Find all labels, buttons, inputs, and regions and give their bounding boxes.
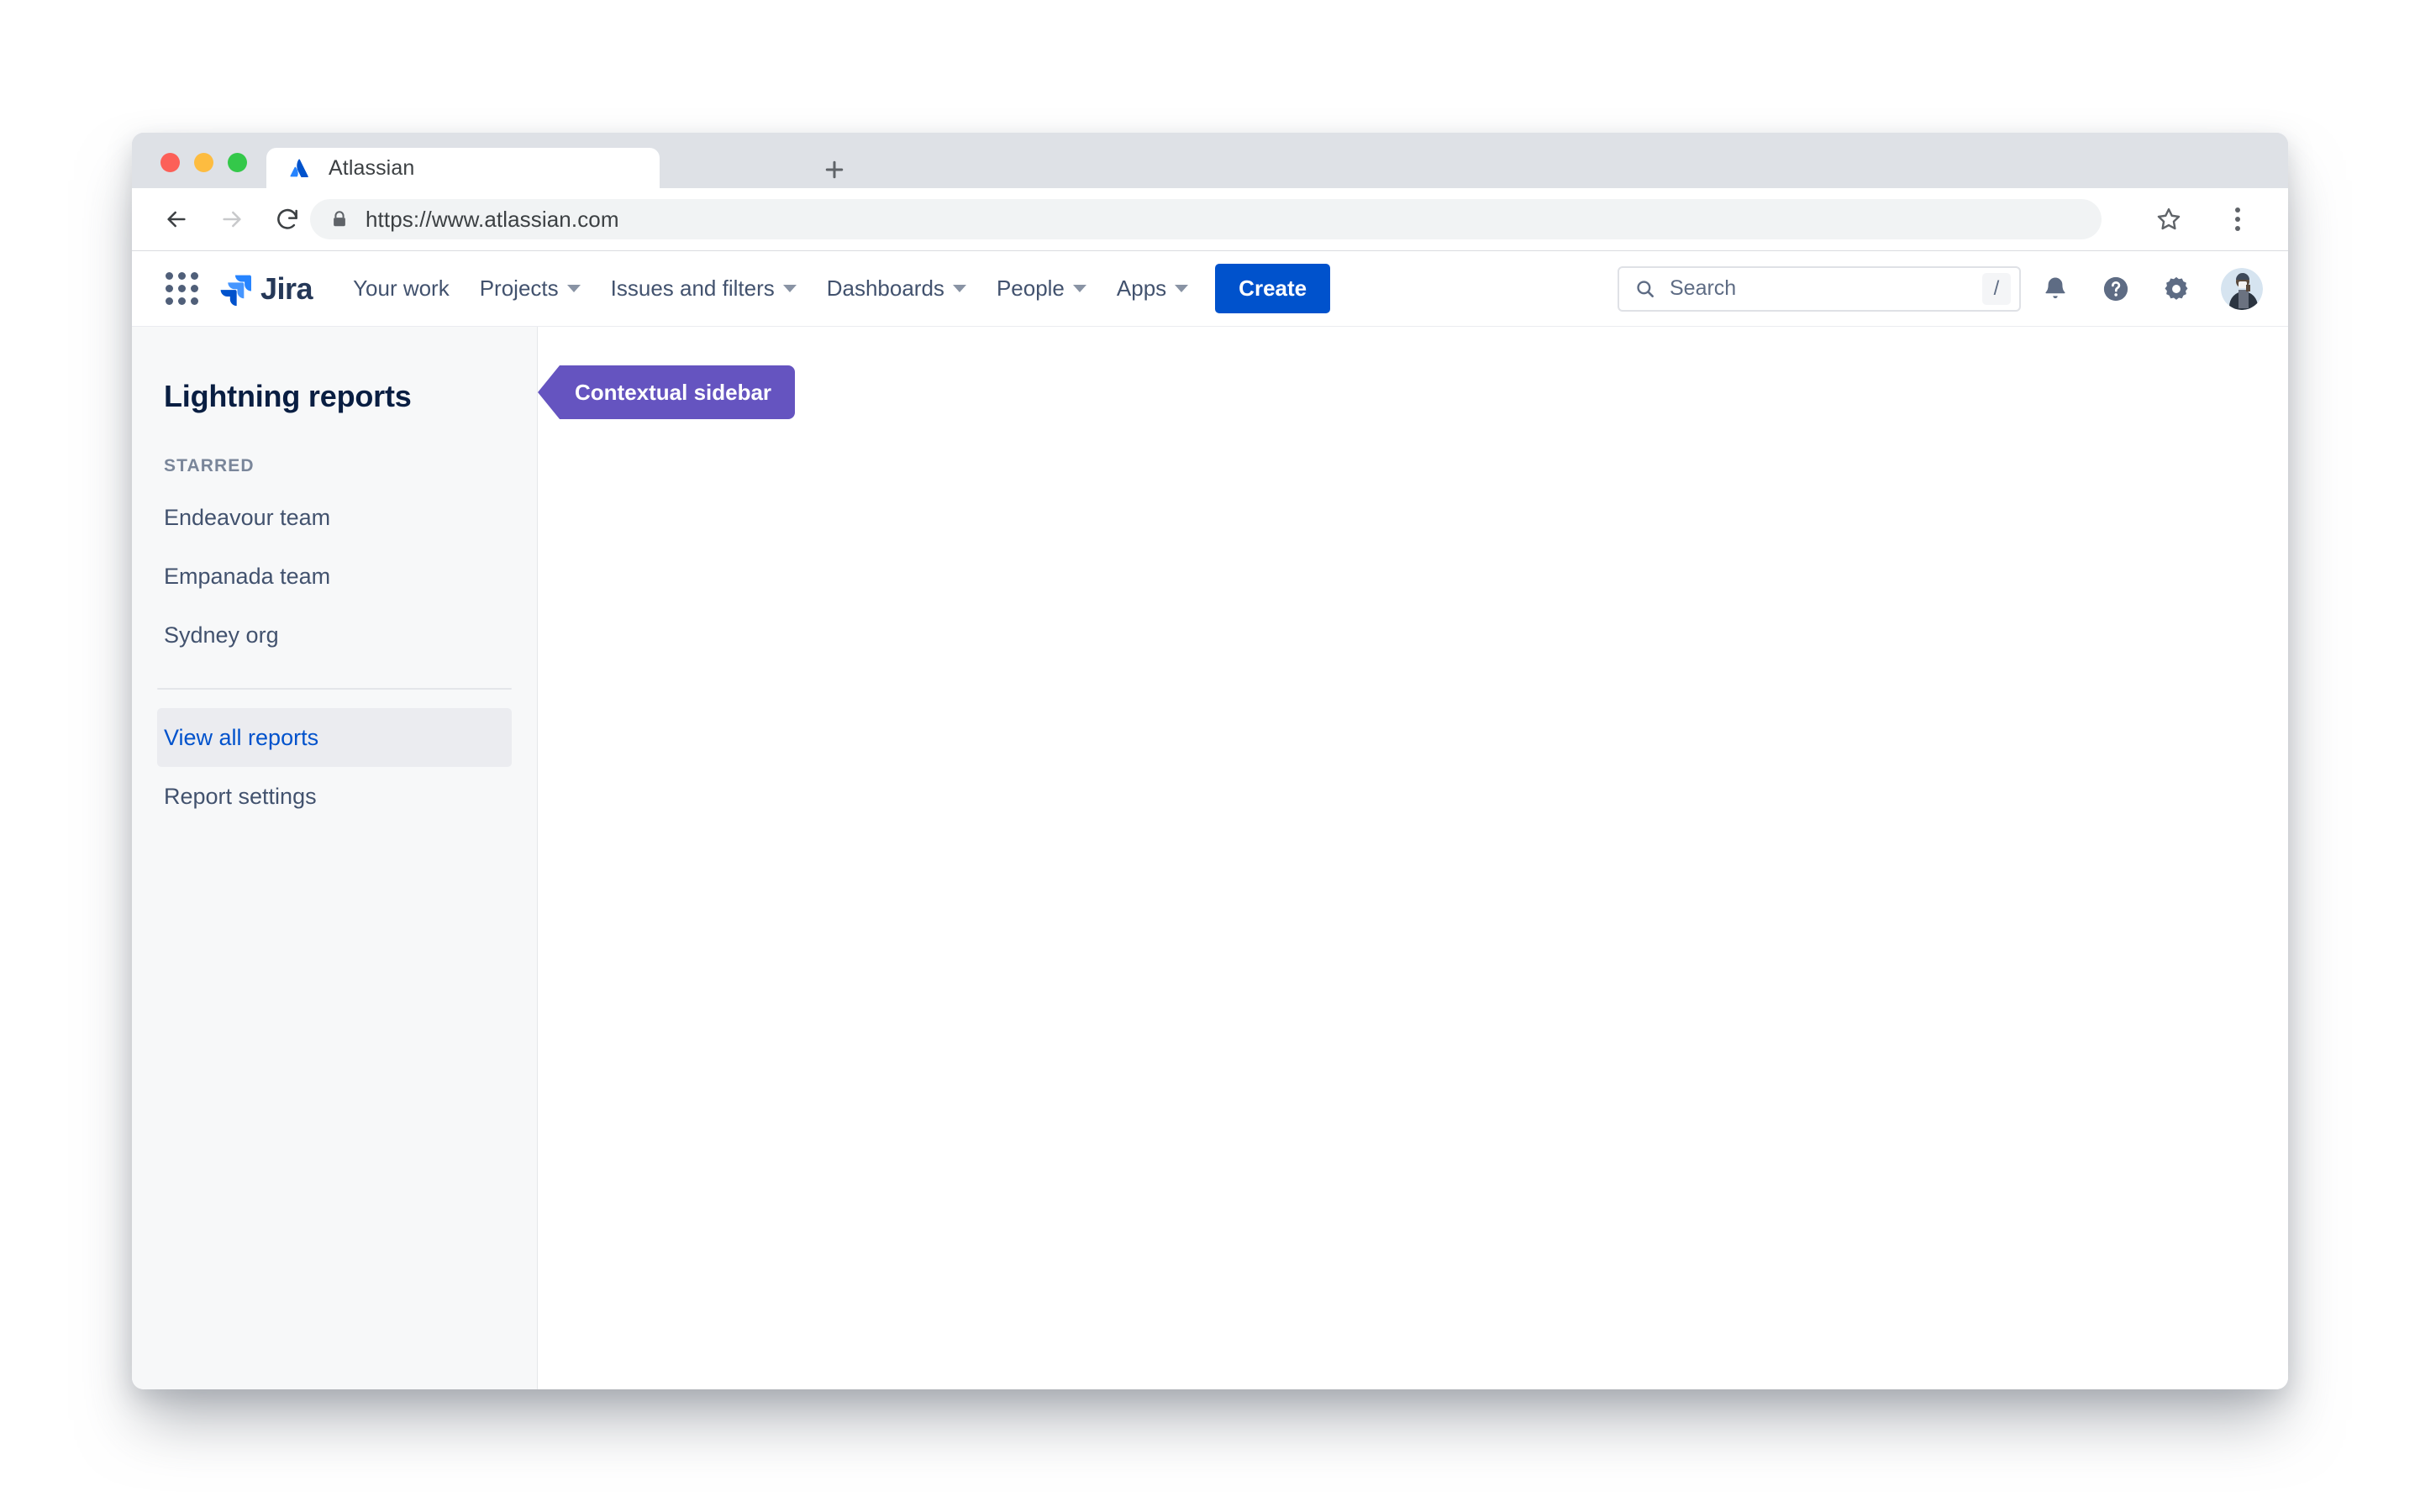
grid-dot (190, 272, 198, 280)
chevron-down-icon (1175, 285, 1189, 292)
jira-body: Lightning reports STARRED Endeavour team… (132, 327, 2288, 1389)
window-traffic-lights (160, 153, 247, 172)
reload-icon (277, 208, 297, 229)
browser-tab-strip: Atlassian (132, 133, 2288, 188)
browser-window: Atlassian https://www.atlassian.com Jira… (132, 133, 2288, 1389)
star-icon (2157, 207, 2181, 230)
grid-dot (165, 297, 173, 305)
chevron-down-icon (1072, 285, 1086, 292)
address-bar-url: https://www.atlassian.com (366, 206, 619, 232)
settings-button[interactable] (2150, 263, 2202, 315)
forward-button[interactable] (208, 195, 256, 244)
atlassian-icon (290, 159, 308, 177)
help-button[interactable] (2090, 263, 2142, 315)
reload-button[interactable] (263, 195, 312, 244)
sidebar-divider (157, 688, 512, 690)
create-button[interactable]: Create (1215, 264, 1331, 313)
jira-logo-icon (220, 275, 251, 306)
nav-item-your-work[interactable]: Your work (338, 267, 465, 310)
jira-top-navigation: Jira Your work Projects Issues and filte… (132, 251, 2288, 327)
jira-nav-right: Search / (1618, 251, 2263, 326)
search-shortcut-badge: / (1982, 272, 2011, 305)
search-input[interactable]: Search / (1618, 265, 2021, 312)
browser-url-bar: https://www.atlassian.com (132, 188, 2288, 251)
chevron-down-icon (566, 285, 581, 292)
close-window-button[interactable] (160, 153, 180, 172)
grid-dot (177, 297, 186, 305)
screenshot-root: Atlassian https://www.atlassian.com Jira… (0, 0, 2420, 1512)
bookmark-button[interactable] (2149, 199, 2189, 239)
chevron-down-icon (952, 285, 966, 292)
nav-item-dashboards[interactable]: Dashboards (812, 267, 981, 310)
browser-nav-buttons (152, 188, 312, 250)
callout-label: Contextual sidebar (575, 379, 772, 405)
nav-item-apps[interactable]: Apps (1102, 267, 1203, 310)
lock-icon (334, 211, 345, 227)
avatar[interactable] (2221, 267, 2263, 310)
search-icon (1637, 280, 1654, 297)
question-circle-icon (2103, 276, 2128, 301)
sidebar-item-view-all-reports[interactable]: View all reports (157, 708, 512, 767)
browser-tab-title: Atlassian (329, 155, 415, 180)
page-title: Lightning reports (164, 379, 412, 413)
arrow-right-icon (223, 211, 241, 228)
menu-dot (2235, 217, 2240, 222)
jira-wordmark: Jira (260, 270, 313, 306)
grid-dot (190, 285, 198, 292)
grid-dot (190, 297, 198, 305)
contextual-sidebar: Lightning reports STARRED Endeavour team… (132, 327, 538, 1389)
nav-item-label: Issues and filters (610, 276, 775, 301)
sidebar-item-empanada-team[interactable]: Empanada team (157, 547, 512, 606)
chevron-down-icon (782, 285, 797, 292)
plus-icon (825, 160, 844, 179)
nav-item-label: Apps (1116, 276, 1167, 301)
main-content-area: Contextual sidebar (538, 327, 2288, 1389)
avatar-photo (2221, 267, 2263, 310)
sidebar-item-report-settings[interactable]: Report settings (157, 767, 512, 826)
arrow-left-icon (167, 211, 186, 228)
zoom-window-button[interactable] (228, 153, 247, 172)
browser-tab[interactable]: Atlassian (266, 148, 660, 188)
new-tab-button[interactable] (819, 155, 850, 185)
menu-dot (2235, 207, 2240, 213)
grid-dot (177, 285, 186, 292)
menu-dot (2235, 226, 2240, 231)
grid-dot (165, 272, 173, 280)
app-switcher-icon[interactable] (160, 267, 203, 311)
sidebar-starred-list: Endeavour team Empanada team Sydney org (157, 488, 512, 664)
jira-home-logo[interactable]: Jira (218, 271, 313, 307)
grid-dot (177, 272, 186, 280)
sidebar-item-sydney-org[interactable]: Sydney org (157, 606, 512, 664)
sidebar-section-starred-label: STARRED (164, 456, 255, 475)
search-placeholder: Search (1670, 276, 1737, 300)
bell-icon (2045, 277, 2065, 298)
contextual-sidebar-callout-badge: Contextual sidebar (538, 365, 796, 419)
gear-icon (2165, 276, 2188, 300)
back-button[interactable] (152, 195, 201, 244)
nav-item-issues-and-filters[interactable]: Issues and filters (596, 267, 812, 310)
address-bar[interactable]: https://www.atlassian.com (310, 199, 2102, 239)
browser-menu-button[interactable] (2217, 199, 2258, 239)
nav-item-label: People (996, 276, 1065, 301)
jira-nav-items: Your work Projects Issues and filters Da… (338, 264, 1331, 313)
nav-item-label: Dashboards (826, 276, 944, 301)
nav-item-label: Your work (353, 276, 450, 301)
sidebar-footer-list: View all reports Report settings (157, 708, 512, 826)
jira-app: Jira Your work Projects Issues and filte… (132, 251, 2288, 1389)
nav-item-projects[interactable]: Projects (465, 267, 596, 310)
grid-dot (165, 285, 173, 292)
sidebar-item-endeavour-team[interactable]: Endeavour team (157, 488, 512, 547)
nav-item-people[interactable]: People (981, 267, 1102, 310)
minimize-window-button[interactable] (194, 153, 213, 172)
nav-item-label: Projects (479, 276, 559, 301)
notifications-button[interactable] (2029, 263, 2081, 315)
